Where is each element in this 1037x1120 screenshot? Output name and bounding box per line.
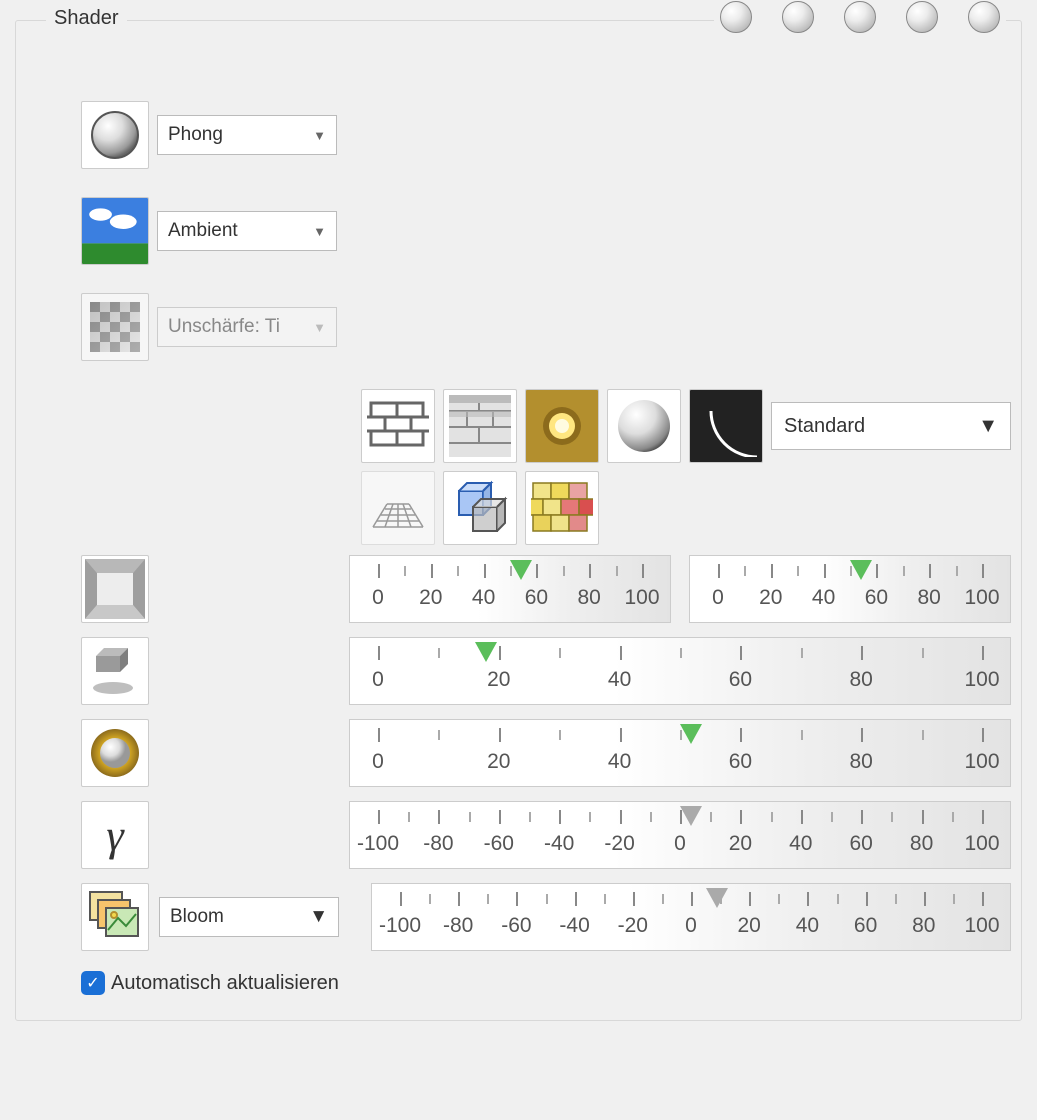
light-map-tile[interactable] [525,389,599,463]
softshadow-slider[interactable]: 020406080100 [349,637,1011,705]
shading-dropdown[interactable]: Phong ▼ [157,115,337,155]
blur-row: Unschärfe: Ti ▼ [81,293,1011,361]
chevron-down-icon: ▼ [978,415,998,438]
sphere-icon[interactable] [81,101,149,169]
texture-section: Standard ▼ [361,389,1011,545]
shading-dropdown-label: Phong [168,124,223,146]
backface-tile[interactable] [443,471,517,545]
auto-update-checkbox[interactable]: ✓ [81,971,105,995]
shader-panel: Shader [15,20,1022,1021]
preset-sphere-1[interactable] [720,1,752,33]
preset-sphere-5[interactable] [968,1,1000,33]
softshadow-row: 020406080100 [81,637,1011,705]
luster-slider[interactable]: 020406080100 [349,719,1011,787]
environment-icon[interactable] [81,197,149,265]
bump-map-tile[interactable] [443,389,517,463]
color-map-tile[interactable] [361,389,435,463]
preset-spheres [714,1,1006,33]
shading-row: Phong ▼ [81,101,1011,169]
floating-box-icon[interactable] [81,637,149,705]
projection-dropdown-label: Standard [784,415,865,438]
grid-projection-tile [361,471,435,545]
environment-dropdown-label: Ambient [168,220,238,242]
env-map-tile[interactable] [607,389,681,463]
panel-title: Shader [46,7,127,30]
ambient-slider-a[interactable]: 020406080100 [349,555,671,623]
gamma-row: γ -100-80-60-40-20020406080100 [81,801,1011,869]
environment-dropdown[interactable]: Ambient ▼ [157,211,337,251]
post-effect-dropdown[interactable]: Bloom ▼ [159,897,339,937]
ambient-slider-b[interactable]: 020406080100 [689,555,1011,623]
ambient-occlusion-row: 020406080100 020406080100 [81,555,1011,623]
blur-dropdown: Unschärfe: Ti ▼ [157,307,337,347]
auto-update-row: ✓ Automatisch aktualisieren [81,971,1011,995]
preset-sphere-2[interactable] [782,1,814,33]
gamma-slider[interactable]: -100-80-60-40-20020406080100 [349,801,1011,869]
projection-dropdown[interactable]: Standard ▼ [771,402,1011,450]
chevron-down-icon: ▼ [313,224,326,239]
image-stack-icon[interactable] [81,883,149,951]
gold-ring-icon[interactable] [81,719,149,787]
post-effect-row: Bloom ▼ -100-80-60-40-20020406080100 [81,883,1011,951]
preset-sphere-3[interactable] [844,1,876,33]
interior-box-icon[interactable] [81,555,149,623]
gamma-icon[interactable]: γ [81,801,149,869]
polycolor-tile[interactable] [525,471,599,545]
blur-dropdown-label: Unschärfe: Ti [168,316,280,338]
chevron-down-icon: ▼ [309,906,328,928]
alpha-map-tile[interactable] [689,389,763,463]
luster-row: 020406080100 [81,719,1011,787]
preset-sphere-4[interactable] [906,1,938,33]
chevron-down-icon: ▼ [313,128,326,143]
environment-row: Ambient ▼ [81,197,1011,265]
checker-icon [81,293,149,361]
post-effect-label: Bloom [170,906,224,928]
chevron-down-icon: ▼ [313,320,326,335]
auto-update-label: Automatisch aktualisieren [111,972,339,995]
bloom-slider[interactable]: -100-80-60-40-20020406080100 [371,883,1011,951]
